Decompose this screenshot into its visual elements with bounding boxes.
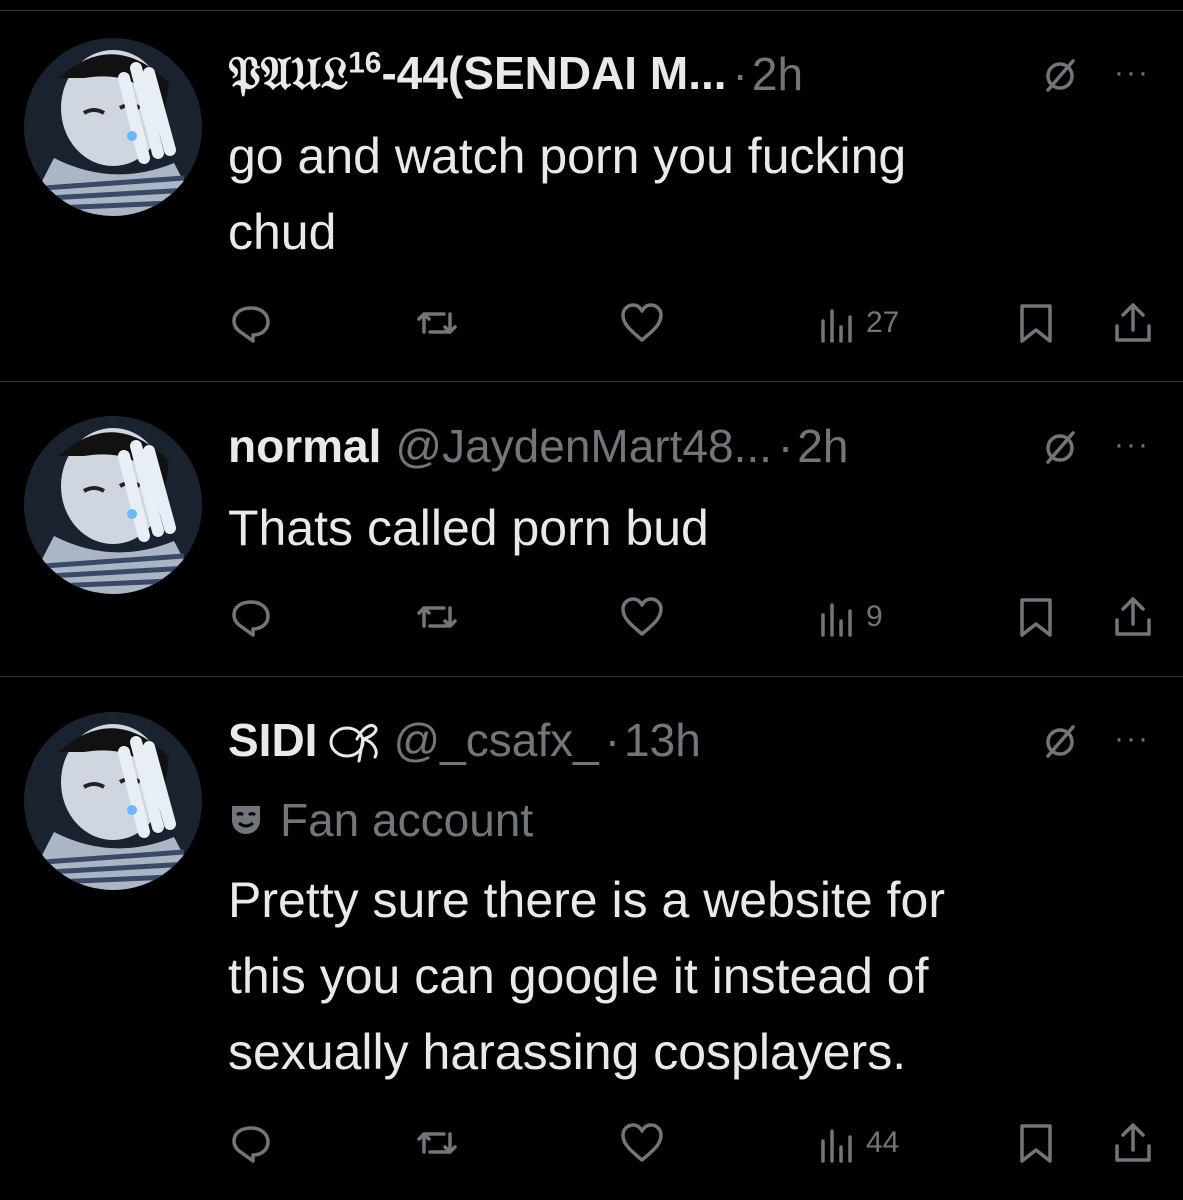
user-handle[interactable]: @_csafx_ [393, 713, 598, 767]
grok-icon[interactable] [1040, 56, 1080, 96]
views-button[interactable]: 44 [820, 1118, 899, 1168]
retweet-button[interactable] [416, 1118, 458, 1168]
fan-account-label: Fan account [228, 790, 533, 850]
tweet-header: SIDI @_csafx_ · 13h [228, 708, 701, 772]
views-count: 44 [866, 1126, 900, 1159]
share-button[interactable] [1112, 592, 1154, 642]
display-name[interactable]: SIDI [228, 713, 317, 767]
like-icon [621, 303, 663, 342]
views-button[interactable]: 9 [820, 592, 883, 642]
avatar[interactable] [24, 416, 202, 594]
timestamp[interactable]: 13h [624, 713, 701, 767]
views-button[interactable]: 27 [820, 298, 899, 348]
retweet-button[interactable] [416, 298, 458, 348]
tweet-header: normal @JaydenMart48... · 2h [228, 414, 848, 478]
bookmark-button[interactable] [1018, 298, 1054, 348]
reply-button[interactable] [230, 1118, 272, 1168]
like-button[interactable] [620, 1118, 664, 1168]
display-name[interactable]: 𝔓𝔄𝔘𝔏16-44(SENDAI M... [228, 46, 727, 102]
timestamp[interactable]: 2h [797, 419, 848, 473]
more-icon[interactable]: ··· [1114, 722, 1150, 756]
share-button[interactable] [1112, 298, 1154, 348]
more-icon[interactable]: ··· [1114, 428, 1150, 462]
share-icon [1115, 597, 1151, 636]
tweet-actions: 27 [228, 298, 1158, 348]
bookmark-icon [1020, 304, 1052, 343]
display-name[interactable]: normal [228, 419, 381, 473]
more-icon[interactable]: ··· [1114, 56, 1150, 90]
views-count: 9 [866, 600, 883, 633]
grok-icon[interactable] [1040, 722, 1080, 762]
views-icon [821, 603, 852, 637]
retweet-button[interactable] [416, 592, 458, 642]
retweet-icon [417, 606, 457, 628]
avatar[interactable] [24, 38, 202, 216]
like-icon [621, 597, 663, 636]
tweet-text: Thats called porn bud [228, 500, 709, 556]
retweet-icon [417, 312, 457, 334]
tweet-actions: 9 [228, 592, 1158, 642]
tweet-text: Pretty sure there is a website for this … [228, 872, 945, 1080]
retweet-icon [417, 1132, 457, 1154]
separator-dot: · [604, 714, 621, 766]
mask-icon [232, 806, 260, 834]
share-icon [1115, 303, 1151, 342]
bookmark-button[interactable] [1018, 592, 1054, 642]
reply-button[interactable] [230, 592, 272, 642]
bookmark-icon [1020, 598, 1052, 637]
ribbon-emoji-icon [329, 724, 379, 763]
separator-dot: · [777, 420, 794, 472]
like-button[interactable] [620, 298, 664, 348]
grok-icon[interactable] [1040, 428, 1080, 468]
user-handle[interactable]: @JaydenMart48... [395, 419, 772, 473]
tweet-text: go and watch porn you fucking chud [228, 128, 907, 260]
bookmark-icon [1020, 1124, 1052, 1163]
tweet-divider [0, 676, 1183, 677]
tweet-header: 𝔓𝔄𝔘𝔏16-44(SENDAI M... · 2h [228, 42, 803, 106]
separator-dot: · [732, 48, 748, 100]
avatar-image [24, 38, 202, 216]
like-icon [621, 1123, 663, 1162]
reply-icon [232, 1126, 270, 1163]
timestamp[interactable]: 2h [752, 47, 803, 101]
bookmark-button[interactable] [1018, 1118, 1054, 1168]
avatar-image [24, 416, 202, 594]
share-icon [1115, 1123, 1151, 1162]
reply-button[interactable] [230, 298, 272, 348]
share-button[interactable] [1112, 1118, 1154, 1168]
views-count: 27 [866, 306, 900, 339]
avatar-image [24, 712, 202, 890]
views-icon [821, 309, 852, 343]
views-icon [821, 1129, 852, 1163]
like-button[interactable] [620, 592, 664, 642]
top-divider [0, 10, 1183, 11]
reply-icon [232, 306, 270, 343]
avatar[interactable] [24, 712, 202, 890]
tweet-actions: 44 [228, 1118, 1158, 1168]
reply-icon [232, 600, 270, 637]
tweet-divider [0, 381, 1183, 382]
